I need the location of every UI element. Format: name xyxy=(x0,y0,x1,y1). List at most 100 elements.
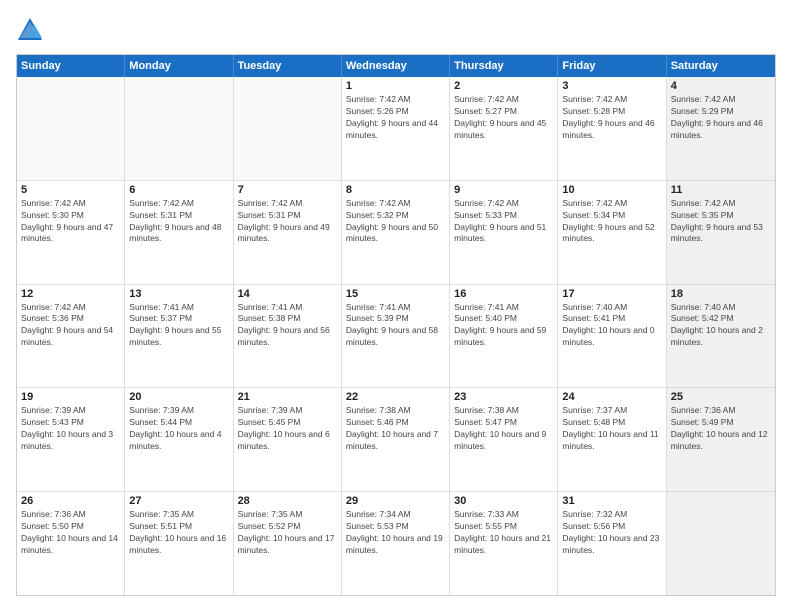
day-number: 7 xyxy=(238,184,337,196)
day-number: 27 xyxy=(129,495,228,507)
day-header-tuesday: Tuesday xyxy=(234,55,342,77)
cell-info: Sunrise: 7:42 AM Sunset: 5:29 PM Dayligh… xyxy=(671,94,771,142)
calendar: SundayMondayTuesdayWednesdayThursdayFrid… xyxy=(16,54,776,596)
cell-info: Sunrise: 7:34 AM Sunset: 5:53 PM Dayligh… xyxy=(346,509,445,557)
day-number: 8 xyxy=(346,184,445,196)
calendar-body: 1 Sunrise: 7:42 AM Sunset: 5:26 PM Daylig… xyxy=(17,77,775,595)
calendar-row-1: 1 Sunrise: 7:42 AM Sunset: 5:26 PM Daylig… xyxy=(17,77,775,180)
day-number: 10 xyxy=(562,184,661,196)
day-number: 1 xyxy=(346,80,445,92)
day-number: 6 xyxy=(129,184,228,196)
day-header-wednesday: Wednesday xyxy=(342,55,450,77)
calendar-cell-day-17: 17 Sunrise: 7:40 AM Sunset: 5:41 PM Dayli… xyxy=(558,285,666,388)
cell-info: Sunrise: 7:42 AM Sunset: 5:30 PM Dayligh… xyxy=(21,198,120,246)
cell-info: Sunrise: 7:40 AM Sunset: 5:41 PM Dayligh… xyxy=(562,302,661,350)
calendar-cell-day-3: 3 Sunrise: 7:42 AM Sunset: 5:28 PM Daylig… xyxy=(558,77,666,180)
day-header-saturday: Saturday xyxy=(667,55,775,77)
cell-info: Sunrise: 7:41 AM Sunset: 5:38 PM Dayligh… xyxy=(238,302,337,350)
calendar-cell-day-28: 28 Sunrise: 7:35 AM Sunset: 5:52 PM Dayli… xyxy=(234,492,342,595)
cell-info: Sunrise: 7:42 AM Sunset: 5:28 PM Dayligh… xyxy=(562,94,661,142)
calendar-cell-day-19: 19 Sunrise: 7:39 AM Sunset: 5:43 PM Dayli… xyxy=(17,388,125,491)
calendar-cell-day-13: 13Sunrise: 7:41 AM Sunset: 5:37 PM Dayli… xyxy=(125,285,233,388)
cell-info: Sunrise: 7:35 AM Sunset: 5:52 PM Dayligh… xyxy=(238,509,337,557)
calendar-cell-day-5: 5 Sunrise: 7:42 AM Sunset: 5:30 PM Daylig… xyxy=(17,181,125,284)
day-header-thursday: Thursday xyxy=(450,55,558,77)
day-number: 15 xyxy=(346,288,445,300)
cell-info: Sunrise: 7:33 AM Sunset: 5:55 PM Dayligh… xyxy=(454,509,553,557)
cell-info: Sunrise: 7:41 AM Sunset: 5:39 PM Dayligh… xyxy=(346,302,445,350)
calendar-cell-day-12: 12 Sunrise: 7:42 AM Sunset: 5:36 PM Dayli… xyxy=(17,285,125,388)
day-number: 18 xyxy=(671,288,771,300)
calendar-row-3: 12 Sunrise: 7:42 AM Sunset: 5:36 PM Dayli… xyxy=(17,284,775,388)
cell-info: Sunrise: 7:38 AM Sunset: 5:46 PM Dayligh… xyxy=(346,405,445,453)
day-number: 26 xyxy=(21,495,120,507)
calendar-row-5: 26 Sunrise: 7:36 AM Sunset: 5:50 PM Dayli… xyxy=(17,491,775,595)
cell-info: Sunrise: 7:39 AM Sunset: 5:45 PM Dayligh… xyxy=(238,405,337,453)
day-header-friday: Friday xyxy=(558,55,666,77)
day-number: 16 xyxy=(454,288,553,300)
calendar-cell-day-27: 27 Sunrise: 7:35 AM Sunset: 5:51 PM Dayli… xyxy=(125,492,233,595)
cell-info: Sunrise: 7:35 AM Sunset: 5:51 PM Dayligh… xyxy=(129,509,228,557)
day-headers: SundayMondayTuesdayWednesdayThursdayFrid… xyxy=(17,55,775,77)
day-number: 3 xyxy=(562,80,661,92)
calendar-cell-day-1: 1 Sunrise: 7:42 AM Sunset: 5:26 PM Daylig… xyxy=(342,77,450,180)
cell-info: Sunrise: 7:37 AM Sunset: 5:48 PM Dayligh… xyxy=(562,405,661,453)
day-number: 17 xyxy=(562,288,661,300)
day-number: 9 xyxy=(454,184,553,196)
calendar-cell-day-11: 11 Sunrise: 7:42 AM Sunset: 5:35 PM Dayli… xyxy=(667,181,775,284)
calendar-row-4: 19 Sunrise: 7:39 AM Sunset: 5:43 PM Dayli… xyxy=(17,387,775,491)
day-number: 20 xyxy=(129,391,228,403)
cell-info: Sunrise: 7:38 AM Sunset: 5:47 PM Dayligh… xyxy=(454,405,553,453)
calendar-cell-day-8: 8 Sunrise: 7:42 AM Sunset: 5:32 PM Daylig… xyxy=(342,181,450,284)
cell-info: Sunrise: 7:42 AM Sunset: 5:26 PM Dayligh… xyxy=(346,94,445,142)
day-number: 14 xyxy=(238,288,337,300)
day-number: 22 xyxy=(346,391,445,403)
day-header-monday: Monday xyxy=(125,55,233,77)
calendar-cell-day-16: 16 Sunrise: 7:41 AM Sunset: 5:40 PM Dayli… xyxy=(450,285,558,388)
calendar-cell-day-2: 2 Sunrise: 7:42 AM Sunset: 5:27 PM Daylig… xyxy=(450,77,558,180)
calendar-cell-empty xyxy=(17,77,125,180)
cell-info: Sunrise: 7:42 AM Sunset: 5:32 PM Dayligh… xyxy=(346,198,445,246)
day-number: 2 xyxy=(454,80,553,92)
logo-icon xyxy=(16,16,44,44)
calendar-cell-day-26: 26 Sunrise: 7:36 AM Sunset: 5:50 PM Dayli… xyxy=(17,492,125,595)
cell-info: Sunrise: 7:42 AM Sunset: 5:27 PM Dayligh… xyxy=(454,94,553,142)
calendar-cell-day-20: 20 Sunrise: 7:39 AM Sunset: 5:44 PM Dayli… xyxy=(125,388,233,491)
cell-info: Sunrise: 7:42 AM Sunset: 5:35 PM Dayligh… xyxy=(671,198,771,246)
calendar-cell-empty xyxy=(234,77,342,180)
cell-info: Sunrise: 7:42 AM Sunset: 5:33 PM Dayligh… xyxy=(454,198,553,246)
cell-info: Sunrise: 7:42 AM Sunset: 5:34 PM Dayligh… xyxy=(562,198,661,246)
cell-info: Sunrise: 7:42 AM Sunset: 5:31 PM Dayligh… xyxy=(238,198,337,246)
day-number: 30 xyxy=(454,495,553,507)
cell-info: Sunrise: 7:39 AM Sunset: 5:44 PM Dayligh… xyxy=(129,405,228,453)
calendar-cell-day-9: 9 Sunrise: 7:42 AM Sunset: 5:33 PM Daylig… xyxy=(450,181,558,284)
calendar-row-2: 5 Sunrise: 7:42 AM Sunset: 5:30 PM Daylig… xyxy=(17,180,775,284)
cell-info: Sunrise: 7:36 AM Sunset: 5:50 PM Dayligh… xyxy=(21,509,120,557)
day-number: 25 xyxy=(671,391,771,403)
calendar-cell-day-31: 31Sunrise: 7:32 AM Sunset: 5:56 PM Dayli… xyxy=(558,492,666,595)
cell-info: Sunrise: 7:36 AM Sunset: 5:49 PM Dayligh… xyxy=(671,405,771,453)
cell-info: Sunrise: 7:39 AM Sunset: 5:43 PM Dayligh… xyxy=(21,405,120,453)
cell-info: Sunrise: 7:32 AM Sunset: 5:56 PM Dayligh… xyxy=(562,509,661,557)
cell-info: Sunrise: 7:41 AM Sunset: 5:37 PM Dayligh… xyxy=(129,302,228,350)
calendar-cell-day-10: 10 Sunrise: 7:42 AM Sunset: 5:34 PM Dayli… xyxy=(558,181,666,284)
calendar-cell-day-24: 24 Sunrise: 7:37 AM Sunset: 5:48 PM Dayli… xyxy=(558,388,666,491)
day-number: 29 xyxy=(346,495,445,507)
calendar-cell-day-4: 4 Sunrise: 7:42 AM Sunset: 5:29 PM Daylig… xyxy=(667,77,775,180)
calendar-cell-day-23: 23 Sunrise: 7:38 AM Sunset: 5:47 PM Dayli… xyxy=(450,388,558,491)
day-number: 5 xyxy=(21,184,120,196)
cell-info: Sunrise: 7:41 AM Sunset: 5:40 PM Dayligh… xyxy=(454,302,553,350)
day-number: 23 xyxy=(454,391,553,403)
day-header-sunday: Sunday xyxy=(17,55,125,77)
day-number: 11 xyxy=(671,184,771,196)
day-number: 4 xyxy=(671,80,771,92)
day-number: 19 xyxy=(21,391,120,403)
header xyxy=(16,16,776,44)
calendar-cell-day-21: 21Sunrise: 7:39 AM Sunset: 5:45 PM Dayli… xyxy=(234,388,342,491)
day-number: 12 xyxy=(21,288,120,300)
calendar-cell-day-29: 29 Sunrise: 7:34 AM Sunset: 5:53 PM Dayli… xyxy=(342,492,450,595)
day-number: 24 xyxy=(562,391,661,403)
day-number: 28 xyxy=(238,495,337,507)
cell-info: Sunrise: 7:40 AM Sunset: 5:42 PM Dayligh… xyxy=(671,302,771,350)
cell-info: Sunrise: 7:42 AM Sunset: 5:36 PM Dayligh… xyxy=(21,302,120,350)
